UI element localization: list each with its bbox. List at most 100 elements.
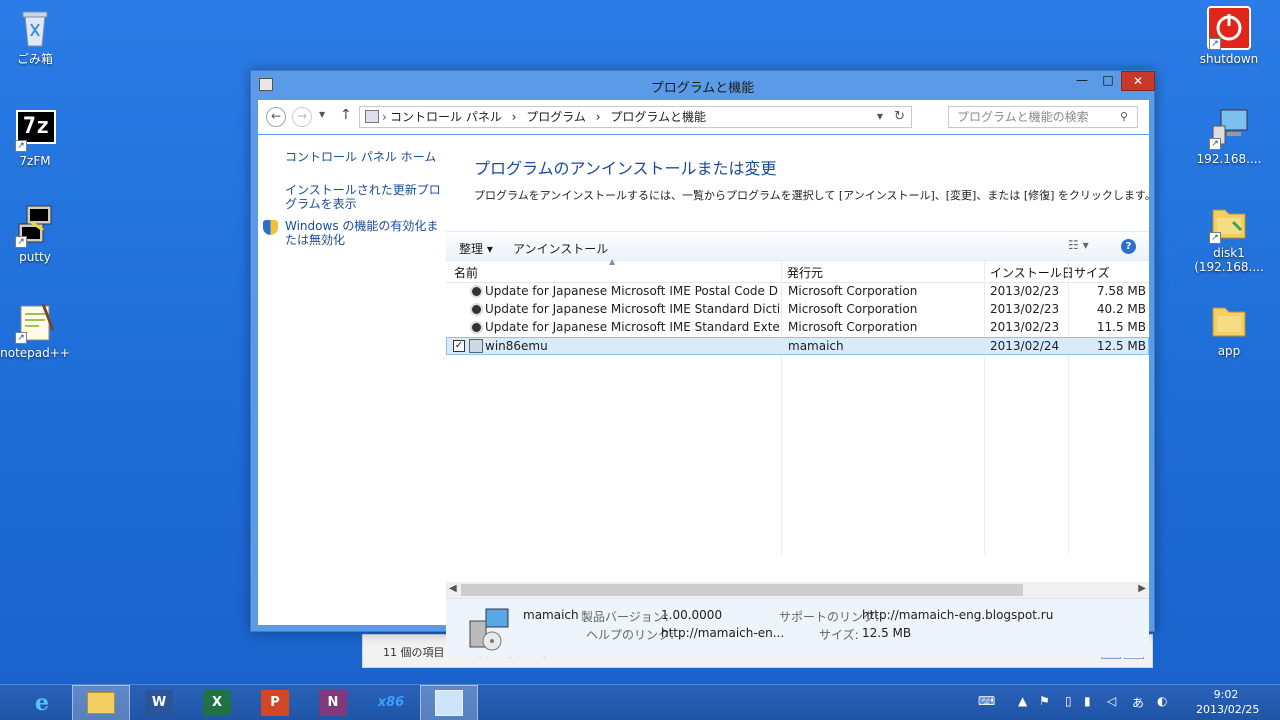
control-panel-home-link[interactable]: コントロール パネル ホーム bbox=[285, 150, 447, 164]
notepad-icon: ↗ bbox=[13, 300, 57, 344]
uninstall-button[interactable]: アンインストール bbox=[513, 240, 608, 257]
show-hidden-icons-icon[interactable]: ▲ bbox=[1018, 694, 1027, 708]
back-button[interactable]: ← bbox=[266, 107, 286, 127]
onenote-icon: N bbox=[319, 690, 347, 716]
table-row[interactable]: Update for Japanese Microsoft IME Standa… bbox=[446, 319, 1149, 337]
column-installed-on[interactable]: インストール日 bbox=[990, 264, 1074, 281]
shortcut-arrow-icon: ↗ bbox=[15, 332, 27, 344]
address-dropdown-icon[interactable]: ▼ bbox=[877, 107, 883, 127]
row-size: 40.2 MB bbox=[1096, 302, 1146, 316]
ime-mode-indicator[interactable]: あ bbox=[1132, 694, 1144, 711]
up-button[interactable]: ↑ bbox=[340, 107, 352, 123]
help-link[interactable]: http://mamaich-en... bbox=[661, 626, 784, 640]
window-title: プログラムと機能 bbox=[650, 81, 755, 96]
support-link[interactable]: http://mamaich-eng.blogspot.ru bbox=[862, 608, 1053, 622]
search-input[interactable]: プログラムと機能の検索 bbox=[948, 106, 1138, 128]
shortcut-arrow-icon: ↗ bbox=[1209, 138, 1221, 150]
desktop-icon-label: app bbox=[1217, 344, 1241, 358]
word-icon: W bbox=[145, 690, 173, 716]
desktop-icon-disk1[interactable]: ↗ disk1 (192.168.... bbox=[1191, 200, 1267, 274]
row-publisher: Microsoft Corporation bbox=[788, 320, 918, 334]
desktop-icon-notepadpp[interactable]: ↗ notepad++ bbox=[0, 300, 73, 360]
close-button[interactable]: ✕ bbox=[1121, 71, 1155, 91]
scroll-right-icon[interactable]: ▶ bbox=[1138, 583, 1146, 594]
taskbar-excel[interactable]: X bbox=[188, 685, 246, 720]
breadcrumb-programs[interactable]: プログラム bbox=[526, 110, 586, 124]
network-icon[interactable]: ▮ bbox=[1084, 694, 1091, 708]
table-row[interactable]: Update for Japanese Microsoft IME Standa… bbox=[446, 301, 1149, 319]
desktop-icon-label: putty bbox=[19, 250, 51, 264]
keyboard-icon[interactable]: ⌨ bbox=[978, 694, 995, 708]
column-publisher[interactable]: 発行元 bbox=[787, 264, 823, 281]
breadcrumb-control-panel[interactable]: コントロール パネル bbox=[390, 110, 502, 124]
update-icon bbox=[470, 321, 483, 334]
maximize-button[interactable]: □ bbox=[1095, 71, 1121, 91]
row-size: 7.58 MB bbox=[1096, 284, 1146, 298]
desktop-icon-shutdown[interactable]: ↗ shutdown bbox=[1191, 6, 1267, 66]
column-name[interactable]: 名前 bbox=[454, 264, 478, 281]
system-clock[interactable]: 9:02 2013/02/25 bbox=[1196, 687, 1260, 717]
clock-date: 2013/02/25 bbox=[1196, 703, 1260, 716]
row-size: 11.5 MB bbox=[1096, 320, 1146, 334]
search-icon[interactable]: ⚲ bbox=[1120, 110, 1128, 123]
row-checkbox[interactable]: ✓ bbox=[453, 340, 465, 352]
desktop-icon-recycle-bin[interactable]: ごみ箱 bbox=[0, 6, 73, 66]
battery-icon[interactable]: ▯ bbox=[1065, 694, 1072, 708]
view-options-icon[interactable]: ☷ ▾ bbox=[1068, 238, 1089, 252]
taskbar-control-panel[interactable] bbox=[420, 685, 478, 720]
table-row[interactable]: Update for Japanese Microsoft IME Postal… bbox=[446, 283, 1149, 301]
row-name: Update for Japanese Microsoft IME Standa… bbox=[485, 302, 779, 316]
help-icon[interactable]: ? bbox=[1121, 239, 1136, 254]
taskbar-onenote[interactable]: N bbox=[304, 685, 362, 720]
command-bar: 整理 ▾ アンインストール ☷ ▾ ? bbox=[446, 231, 1149, 261]
desktop-icon-network-computer[interactable]: ↗ 192.168.... bbox=[1191, 106, 1267, 166]
version-value: 1.00.0000 bbox=[661, 608, 723, 622]
breadcrumb-separator[interactable]: › bbox=[512, 110, 517, 124]
update-icon bbox=[470, 303, 483, 316]
desktop-icon-app[interactable]: app bbox=[1191, 298, 1267, 358]
breadcrumb-separator[interactable]: › bbox=[596, 110, 601, 124]
desktop-icon-putty[interactable]: ↗ putty bbox=[0, 204, 73, 264]
taskbar-x86[interactable]: x86 bbox=[362, 685, 420, 720]
recent-locations-chevron-icon[interactable]: ▼ bbox=[319, 110, 325, 119]
row-installed-on: 2013/02/24 bbox=[990, 339, 1060, 353]
organize-button[interactable]: 整理 ▾ bbox=[459, 240, 493, 257]
scroll-left-icon[interactable]: ◀ bbox=[449, 583, 457, 594]
taskbar-ie[interactable]: e bbox=[13, 685, 71, 720]
shortcut-arrow-icon: ↗ bbox=[15, 236, 27, 248]
folder-icon bbox=[1207, 298, 1251, 342]
clock-time: 9:02 bbox=[1213, 688, 1239, 701]
program-list: ▲ 名前 発行元 インストール日 サイズ Update for Japanese… bbox=[446, 257, 1149, 657]
ime-toggle-icon[interactable]: ◐ bbox=[1157, 694, 1167, 708]
desktop-icon-label: 192.168.... bbox=[1196, 152, 1262, 166]
taskbar-explorer[interactable] bbox=[72, 685, 130, 720]
horizontal-scrollbar[interactable]: ◀ ▶ bbox=[446, 582, 1149, 598]
windows-features-link[interactable]: Windows の機能の有効化または無効化 bbox=[285, 219, 447, 247]
volume-icon[interactable]: ◁ bbox=[1107, 694, 1116, 708]
scrollbar-thumb[interactable] bbox=[461, 584, 1023, 596]
taskbar-powerpoint[interactable]: P bbox=[246, 685, 304, 720]
sort-ascending-icon: ▲ bbox=[609, 257, 616, 266]
action-center-flag-icon[interactable]: ⚑ bbox=[1039, 694, 1050, 708]
column-headers: ▲ 名前 発行元 インストール日 サイズ bbox=[446, 257, 1149, 283]
shortcut-arrow-icon: ↗ bbox=[1209, 38, 1221, 50]
programs-and-features-window: プログラムと機能 — □ ✕ ← → ▼ ↑ › コントロール パネル › プロ… bbox=[250, 70, 1156, 657]
address-bar[interactable]: › コントロール パネル › プログラム › プログラムと機能 ▼ ↻ bbox=[359, 106, 912, 128]
desktop-icon-label: ごみ箱 bbox=[16, 52, 53, 66]
minimize-button[interactable]: — bbox=[1069, 71, 1095, 91]
size-label: サイズ: bbox=[819, 628, 859, 642]
taskbar: e W X P N x86 ⌨ ▲ ⚑ ▯ ▮ ◁ あ ◐ 9:02 2013/… bbox=[0, 684, 1280, 720]
desktop-icon-7zfm[interactable]: 7z ↗ 7zFM bbox=[0, 108, 73, 168]
shortcut-arrow-icon: ↗ bbox=[15, 140, 27, 152]
update-icon bbox=[470, 285, 483, 298]
network-computer-icon: ↗ bbox=[1207, 106, 1251, 150]
breadcrumb-programs-and-features[interactable]: プログラムと機能 bbox=[610, 110, 706, 124]
installed-updates-link[interactable]: インストールされた更新プログラムを表示 bbox=[285, 183, 447, 211]
table-row-selected[interactable]: ✓ win86emu mamaich 2013/02/24 12.5 MB bbox=[446, 337, 1149, 355]
column-size[interactable]: サイズ bbox=[1074, 264, 1110, 281]
taskbar-word[interactable]: W bbox=[130, 685, 188, 720]
title-bar[interactable]: プログラムと機能 — □ ✕ bbox=[251, 71, 1155, 99]
forward-button[interactable]: → bbox=[292, 107, 312, 127]
refresh-icon[interactable]: ↻ bbox=[894, 107, 905, 127]
x86-icon: x86 bbox=[377, 695, 405, 710]
